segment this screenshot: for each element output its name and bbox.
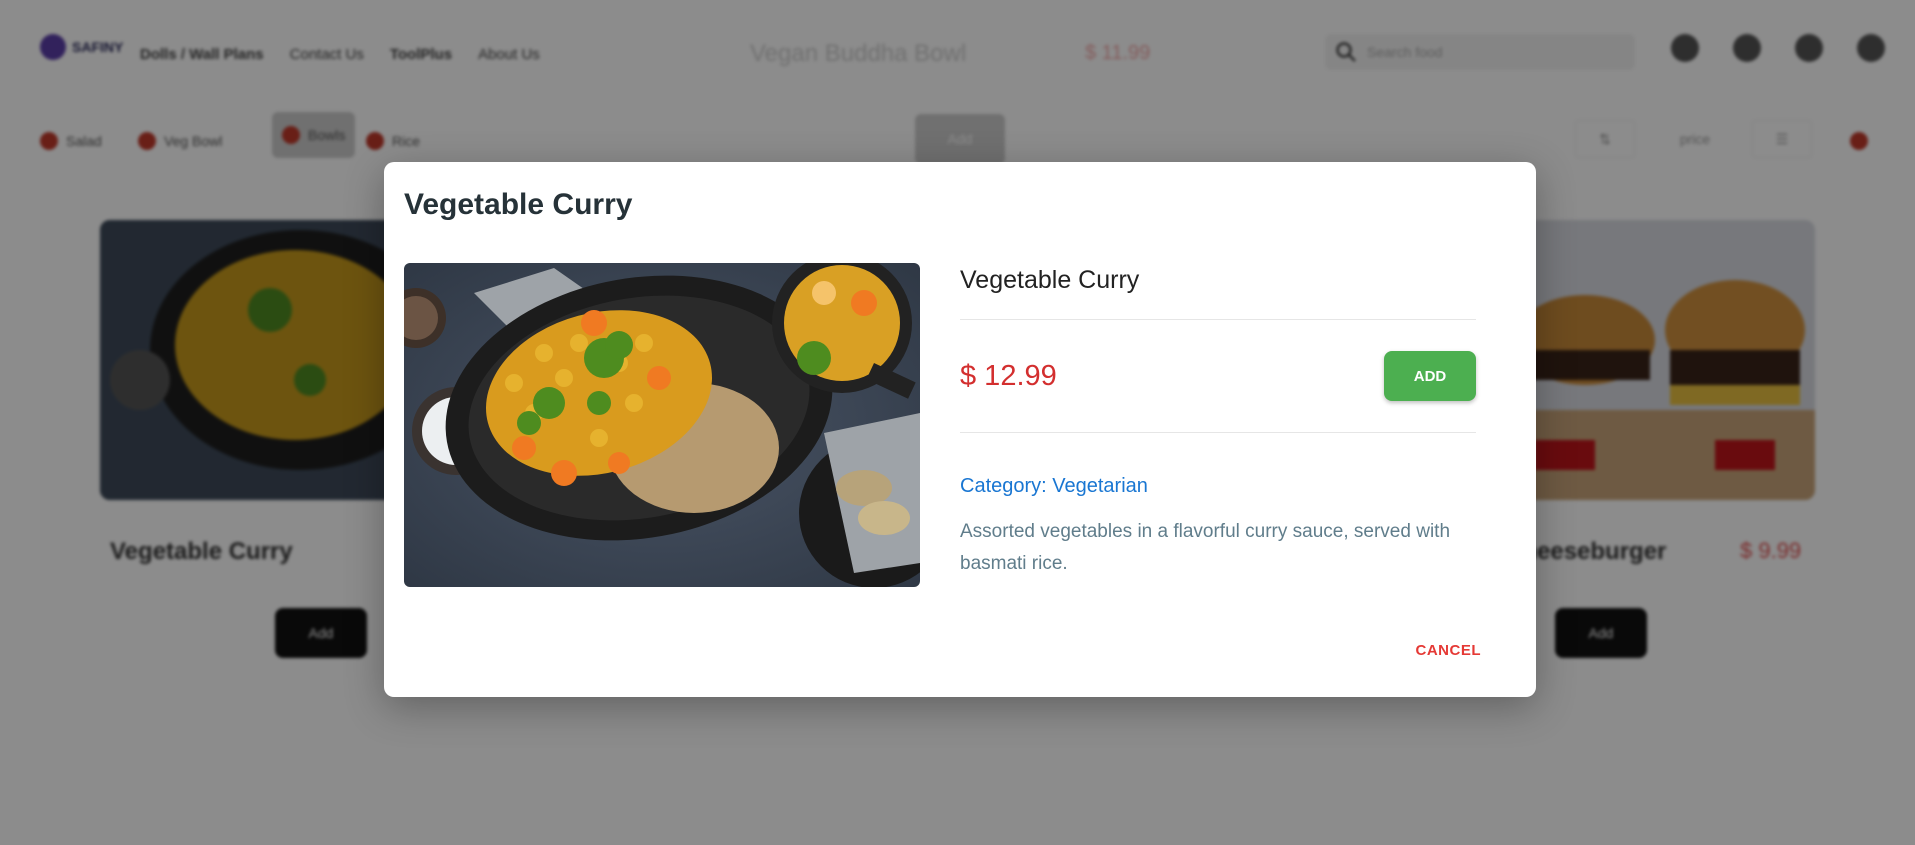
divider <box>960 432 1476 433</box>
product-category: Category: Vegetarian <box>960 475 1148 497</box>
price-row: $ 12.99 ADD <box>960 320 1476 432</box>
product-image <box>404 263 920 587</box>
add-to-cart-button[interactable]: ADD <box>1384 351 1476 401</box>
product-details: Vegetable Curry $ 12.99 ADD Category: Ve… <box>960 262 1476 580</box>
product-dialog: Vegetable Curry Vegetable Curry $ 12.99 … <box>384 162 1536 697</box>
product-description: Assorted vegetables in a flavorful curry… <box>960 521 1451 574</box>
cancel-button[interactable]: CANCEL <box>1416 642 1482 659</box>
dialog-title: Vegetable Curry <box>404 188 633 221</box>
vegetable-curry-photo <box>404 263 920 587</box>
product-price: $ 12.99 <box>960 359 1057 392</box>
product-name: Vegetable Curry <box>960 266 1140 294</box>
